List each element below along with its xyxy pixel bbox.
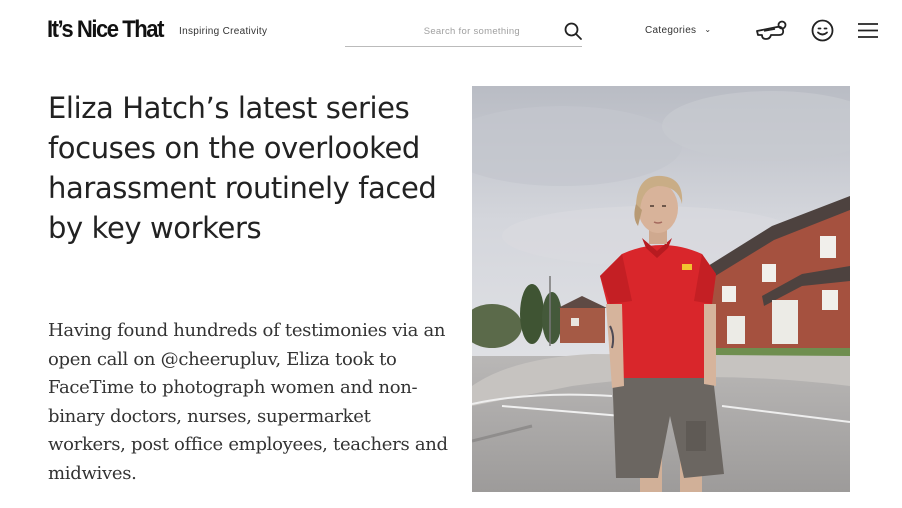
article-headline: Eliza Hatch’s latest series focuses on t… — [48, 91, 437, 245]
categories-dropdown[interactable]: Categories ⌄ — [645, 25, 711, 36]
search-bar — [345, 16, 582, 47]
article-standfirst: Having found hundreds of testimonies via… — [48, 320, 448, 484]
categories-label: Categories — [645, 25, 697, 36]
article-hero-image — [472, 86, 850, 492]
search-input[interactable] — [345, 22, 520, 40]
whistle-icon[interactable] — [755, 20, 789, 42]
hamburger-menu-icon[interactable] — [857, 22, 879, 39]
smiley-icon[interactable] — [811, 19, 834, 42]
search-icon[interactable] — [563, 21, 583, 41]
site-logo[interactable]: It’s Nice That — [47, 16, 164, 44]
site-tagline: Inspiring Creativity — [179, 26, 268, 37]
chevron-down-icon: ⌄ — [704, 25, 712, 34]
site-header: It’s Nice That Inspiring Creativity Cate… — [0, 0, 902, 62]
